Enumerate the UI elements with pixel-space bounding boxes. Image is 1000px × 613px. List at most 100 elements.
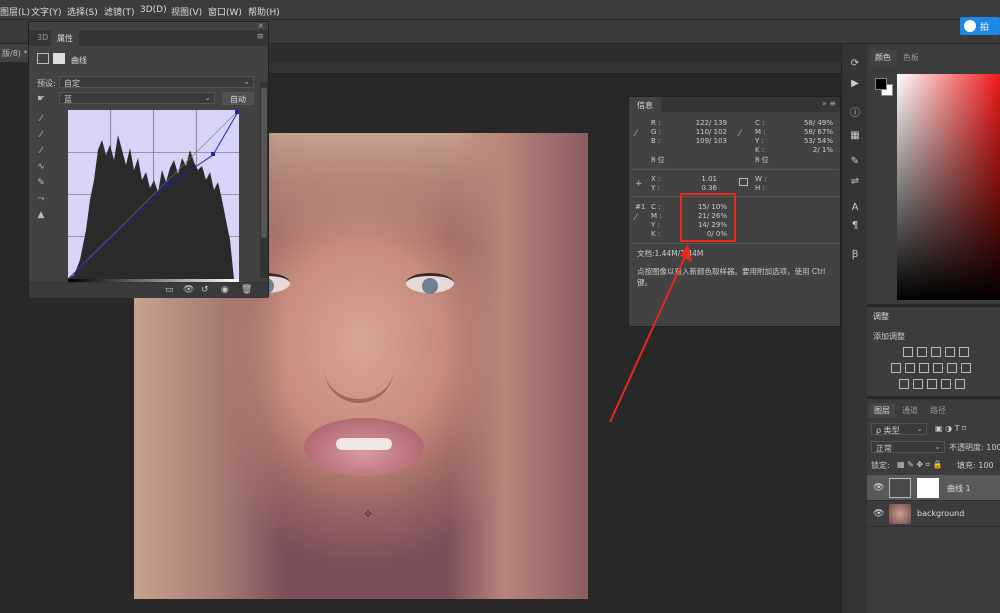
layer-name[interactable]: 曲线 1 bbox=[947, 483, 971, 494]
play-icon[interactable]: ▶ bbox=[848, 78, 862, 92]
gradient-map-icon[interactable] bbox=[941, 379, 951, 389]
eyedropper-black-icon[interactable]: ⁄ bbox=[35, 114, 47, 126]
tab-properties[interactable]: 属性 bbox=[51, 30, 79, 46]
properties-panel: × 3D 属性 ≡ 曲线 预设: 自定 ⌄ ☛ 蓝 ⌄ 自动 ⁄ ⁄ ⁄ ∿ ✎ ⤳… bbox=[28, 21, 269, 298]
opacity-field[interactable]: 不透明度: 100 bbox=[949, 442, 1000, 453]
brush-icon[interactable]: ✎ bbox=[848, 156, 862, 170]
preset-select[interactable]: 自定 ⌄ bbox=[59, 76, 254, 88]
layer-row[interactable]: 👁 background bbox=[867, 501, 1000, 527]
lock-icons[interactable]: ▦ ✎ ✥ ⌗ 🔒 bbox=[897, 460, 943, 470]
chevron-down-icon: ⌄ bbox=[243, 77, 250, 86]
eyedropper-white-icon[interactable]: ⁄ bbox=[35, 146, 47, 158]
pencil-icon[interactable]: ✎ bbox=[35, 178, 47, 190]
layer-filter-select[interactable]: ρ 类型 ⌄ bbox=[871, 423, 927, 435]
curve-tools: ⁄ ⁄ ⁄ ∿ ✎ ⤳ ▲ bbox=[35, 114, 49, 226]
menu-view[interactable]: 视图(V) bbox=[171, 5, 202, 18]
channel-select[interactable]: 蓝 ⌄ bbox=[59, 92, 215, 104]
glyphs-icon[interactable]: Ꞵ bbox=[848, 246, 862, 260]
invert-icon[interactable] bbox=[899, 379, 909, 389]
posterize-icon[interactable] bbox=[913, 379, 923, 389]
menu-window[interactable]: 窗口(W) bbox=[208, 5, 242, 18]
close-icon[interactable]: × bbox=[257, 21, 264, 30]
eye-icon[interactable]: 👁 bbox=[873, 509, 884, 519]
menu-help[interactable]: 帮助(H) bbox=[248, 5, 280, 18]
threshold-icon[interactable] bbox=[927, 379, 937, 389]
blend-mode-select[interactable]: 正常 ⌄ bbox=[871, 441, 945, 453]
vibrance-icon[interactable] bbox=[959, 347, 969, 357]
tab-layers[interactable]: 图层 bbox=[869, 403, 895, 418]
panel-menu-icon[interactable]: » ≡ bbox=[822, 99, 836, 108]
menu-3d[interactable]: 3D(D) bbox=[140, 5, 167, 15]
tab-info[interactable]: 信息 bbox=[629, 97, 661, 112]
adjustments-title[interactable]: 调整 bbox=[873, 311, 889, 322]
layer-row[interactable]: 👁 曲线 1 bbox=[867, 475, 1000, 501]
tab-channels[interactable]: 通道 bbox=[897, 403, 923, 418]
layers-panel: 图层 通道 路径 ρ 类型 ⌄ ▣ ◑ T ⌑ 正常 ⌄ 不透明度: 100 锁定:… bbox=[867, 398, 1000, 613]
curve-point[interactable] bbox=[165, 182, 169, 186]
tab-paths[interactable]: 路径 bbox=[925, 403, 951, 418]
panel-title: 曲线 bbox=[71, 56, 87, 65]
sliders-icon[interactable]: ⇌ bbox=[848, 176, 862, 190]
eye-icon[interactable]: 👁 bbox=[873, 483, 884, 493]
selective-color-icon[interactable] bbox=[955, 379, 965, 389]
cloud-button[interactable]: 拍 bbox=[960, 17, 1000, 35]
layer-mask-thumb[interactable] bbox=[917, 478, 939, 498]
visibility-icon[interactable]: ◉ bbox=[221, 285, 229, 295]
eyedropper-gray-icon[interactable]: ⁄ bbox=[35, 130, 47, 142]
clipping-warning-icon[interactable]: ▲ bbox=[35, 210, 47, 222]
auto-button[interactable]: 自动 bbox=[222, 92, 254, 105]
menu-type[interactable]: 文字(Y) bbox=[31, 5, 62, 18]
fill-field[interactable]: 填充: 100 bbox=[957, 460, 994, 471]
curves-graph[interactable] bbox=[68, 110, 239, 279]
mask-icon[interactable] bbox=[53, 53, 65, 64]
color-lookup-icon[interactable] bbox=[961, 363, 971, 373]
red-arrow bbox=[609, 244, 692, 423]
divider bbox=[631, 169, 839, 170]
character-icon[interactable]: A bbox=[848, 202, 862, 216]
curve-point[interactable] bbox=[211, 152, 215, 156]
curve-point-icon[interactable]: ∿ bbox=[35, 162, 47, 174]
menu-filter[interactable]: 滤镜(T) bbox=[104, 5, 135, 18]
scrollbar-thumb[interactable] bbox=[261, 88, 267, 238]
channel-mixer-icon[interactable] bbox=[947, 363, 957, 373]
info-icon[interactable]: ⓘ bbox=[848, 104, 862, 119]
levels-icon[interactable] bbox=[917, 347, 927, 357]
bw-icon[interactable] bbox=[919, 363, 929, 373]
brightness-icon[interactable] bbox=[903, 347, 913, 357]
clip-to-layer-icon[interactable]: ▭ bbox=[165, 285, 174, 295]
curve-point[interactable] bbox=[235, 110, 239, 114]
filter-icons[interactable]: ▣ ◑ T ⌑ bbox=[935, 424, 966, 433]
color-balance-icon[interactable] bbox=[905, 363, 915, 373]
target-adjust-icon[interactable]: ☛ bbox=[37, 94, 45, 104]
chevron-down-icon: ⌄ bbox=[204, 93, 211, 102]
info-rgb-bits: 8 位 bbox=[651, 156, 665, 164]
tools-dock: ⟳ ▶ ⓘ ▦ ✎ ⇌ A ¶ Ꞵ bbox=[841, 44, 867, 613]
history-icon[interactable]: ⟳ bbox=[848, 58, 862, 72]
color-spectrum[interactable] bbox=[897, 74, 1000, 300]
exposure-icon[interactable] bbox=[945, 347, 955, 357]
menu-select[interactable]: 选择(S) bbox=[67, 5, 98, 18]
reset-icon[interactable]: ↺ bbox=[201, 285, 209, 295]
foreground-color-swatch[interactable] bbox=[875, 78, 887, 90]
panel-menu-icon[interactable]: ≡ bbox=[256, 32, 264, 42]
properties-scrollbar[interactable] bbox=[260, 82, 268, 278]
tab-swatches[interactable]: 色板 bbox=[897, 50, 925, 65]
layer-name[interactable]: background bbox=[917, 509, 964, 518]
swatches-icon[interactable]: ▦ bbox=[848, 130, 862, 144]
info-g: 110/ 102 bbox=[695, 128, 727, 136]
curves-icon[interactable] bbox=[931, 347, 941, 357]
smooth-icon[interactable]: ⤳ bbox=[35, 194, 47, 206]
hue-sat-icon[interactable] bbox=[891, 363, 901, 373]
photo-filter-icon[interactable] bbox=[933, 363, 943, 373]
info-header: 信息 » ≡ bbox=[629, 97, 840, 112]
paragraph-icon[interactable]: ¶ bbox=[848, 220, 862, 234]
histogram bbox=[68, 135, 234, 279]
hair-right bbox=[448, 133, 588, 599]
adjustments-subtitle: 添加调整 bbox=[873, 332, 905, 341]
eyedropper-icon: ⁄ bbox=[635, 213, 637, 223]
view-previous-icon[interactable]: 👁 bbox=[183, 285, 194, 295]
sampler-id: #1 bbox=[635, 203, 646, 211]
trash-icon[interactable]: 🗑 bbox=[241, 285, 252, 295]
tab-color[interactable]: 颜色 bbox=[869, 50, 897, 65]
menu-layer[interactable]: 图层(L) bbox=[0, 5, 30, 18]
